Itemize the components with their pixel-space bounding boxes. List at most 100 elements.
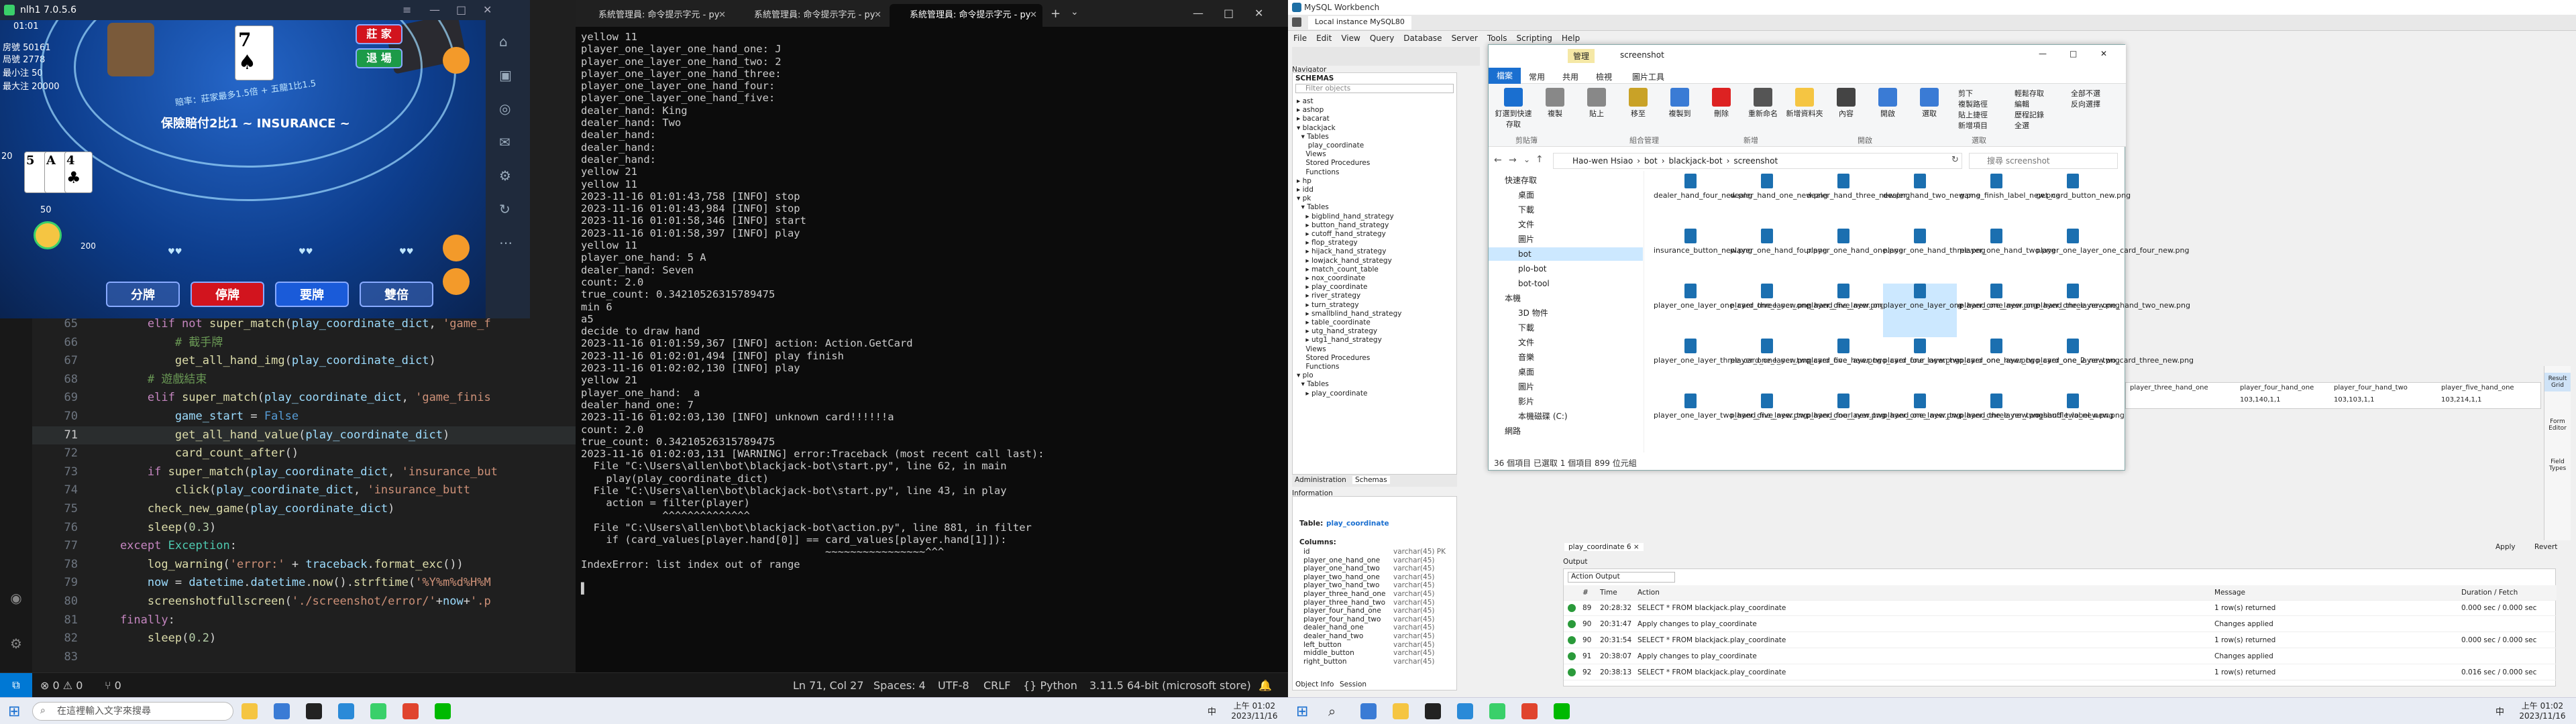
new-tab-icon[interactable]: +: [1051, 7, 1061, 21]
menu-file[interactable]: File: [1293, 34, 1307, 43]
schema-tree-item[interactable]: ▾ blackjack: [1297, 124, 1336, 133]
grid-cell-1[interactable]: 103,140,1,1: [2240, 396, 2280, 404]
menu-tools[interactable]: Tools: [1487, 34, 1507, 43]
code-line[interactable]: 75 check_new_game(play_coordinate_dict): [32, 500, 576, 519]
taskbar-search[interactable]: 在這裡輸入文字來搜尋: [32, 702, 233, 721]
schema-tree-item[interactable]: Stored Procedures: [1297, 159, 1370, 168]
code-line[interactable]: 77 except Exception:: [32, 537, 576, 556]
apply-button[interactable]: Apply: [2496, 543, 2516, 551]
settings-gear-icon[interactable]: ⚙: [8, 636, 24, 652]
ribbon-button[interactable]: 刪除: [1702, 88, 1741, 119]
indent-setting[interactable]: Spaces: 4: [873, 679, 926, 692]
file-item[interactable]: player_one_layer_two_hand_two_new.png: [1960, 394, 2114, 447]
file-item[interactable]: player_one_hand_four.png: [1730, 229, 1827, 282]
ribbon-small-button[interactable]: 歷程記錄: [2015, 109, 2044, 120]
file-item[interactable]: player_one_layer_two_hand_three_new.png: [1883, 394, 2043, 447]
code-line[interactable]: 79 now = datetime.datetime.now().strftim…: [32, 574, 576, 593]
input-language[interactable]: 中: [2496, 705, 2504, 717]
file-item[interactable]: player_one_layer_one_hand_two_new.png: [2036, 284, 2190, 337]
mic-icon[interactable]: [443, 235, 470, 261]
administration-tab[interactable]: Administration: [1295, 476, 1346, 484]
schema-tree-item[interactable]: ▸ cutoff_hand_strategy: [1297, 230, 1386, 239]
line-ending[interactable]: CRLF: [983, 679, 1010, 692]
explorer-maximize-icon[interactable]: □: [2070, 49, 2077, 58]
ribbon-small-button[interactable]: 編輯: [2015, 99, 2029, 109]
schema-tree-item[interactable]: Functions: [1297, 168, 1339, 177]
taskbar-nox-icon[interactable]: [1489, 703, 1505, 719]
nav-pane-item[interactable]: 下載: [1489, 321, 1534, 335]
ribbon-button[interactable]: 內容: [1827, 88, 1866, 119]
nav-pane-item[interactable]: 文件: [1489, 218, 1534, 231]
file-item[interactable]: player_one_layer_one_hand_four_new.png: [1807, 284, 1962, 337]
file-item[interactable]: player_one_hand_one.png: [1807, 229, 1903, 282]
taskbar-vscode-icon[interactable]: [338, 703, 354, 719]
schema-tree-item[interactable]: ▾ Tables: [1297, 203, 1329, 212]
code-line[interactable]: 81 finally:: [32, 611, 576, 630]
menu-help[interactable]: Help: [1562, 34, 1580, 43]
schema-tree-item[interactable]: ▸ smallblind_hand_strategy: [1297, 310, 1401, 318]
file-item[interactable]: player_one_layer_two_card_one_2_new.png: [1960, 339, 2120, 392]
file-list[interactable]: dealer_hand_four_new.png dealer_hand_one_…: [1647, 171, 2194, 452]
file-item[interactable]: dealer_hand_four_new.png: [1654, 174, 1752, 227]
code-line[interactable]: 80 screenshotfullscreen('./screenshot/er…: [32, 593, 576, 611]
manage-tool-tab[interactable]: 管理: [1568, 49, 1595, 63]
schemas-tab[interactable]: Schemas: [1352, 476, 1390, 484]
file-item[interactable]: dealer_hand_one_new.png: [1730, 174, 1828, 227]
file-item[interactable]: game_finish_label_new.png: [1960, 174, 2060, 227]
ribbon-button[interactable]: 開啟: [1868, 88, 1907, 119]
file-item[interactable]: player_one_layer_two_hand_one_new.png: [1807, 394, 1961, 447]
terminal-close-icon[interactable]: ✕: [1254, 7, 1263, 19]
python-interpreter[interactable]: 3.11.5 64-bit (microsoft store): [1089, 679, 1251, 692]
problems-count[interactable]: ⊗ 0 ⚠ 0: [40, 679, 83, 692]
start-windows-icon[interactable]: ⊞: [1296, 703, 1308, 720]
grid-cell-3[interactable]: 103,214,1,1: [2441, 396, 2481, 404]
ribbon-tab-file[interactable]: 檔案: [1489, 68, 1521, 84]
ribbon-tab-picture-tools[interactable]: 圖片工具: [1632, 71, 1664, 82]
code-line[interactable]: 71 get_all_hand_value(play_coordinate_di…: [32, 426, 576, 445]
terminal-tab-2[interactable]: 系統管理員: 命令提示字元 - py ✕: [734, 4, 887, 27]
schema-tree-item[interactable]: ▸ ashop: [1297, 106, 1324, 115]
schema-tree-item[interactable]: ▸ utg_hand_strategy: [1297, 327, 1377, 336]
nox-minimize-icon[interactable]: —: [429, 0, 440, 20]
file-item[interactable]: player_one_layer_one_hand_one_new.png: [1883, 284, 2037, 337]
code-line[interactable]: 69 elif super_match(play_coordinate_dict…: [32, 389, 576, 408]
schema-tree-item[interactable]: ▸ table_coordinate: [1297, 318, 1370, 327]
file-item[interactable]: player_one_hand_two.png: [1960, 229, 2056, 282]
nav-pane-item[interactable]: 圖片: [1489, 233, 1534, 246]
forward-icon[interactable]: →: [1509, 155, 1517, 166]
schema-tree-item[interactable]: play_coordinate: [1297, 141, 1364, 150]
account-icon[interactable]: ◉: [8, 590, 24, 606]
menu-view[interactable]: View: [1341, 34, 1360, 43]
nox-settings-icon[interactable]: ⚙: [499, 168, 511, 184]
menu-circle-icon[interactable]: [443, 47, 470, 74]
ribbon-small-button[interactable]: 複製路徑: [1958, 99, 1988, 109]
notification-bell-icon[interactable]: 🔔: [1258, 679, 1272, 692]
schema-tree-item[interactable]: ▾ plo: [1297, 371, 1313, 380]
recent-dropdown-icon[interactable]: ⌄: [1523, 155, 1530, 164]
nav-pane-item[interactable]: bot-tool: [1489, 277, 1550, 290]
ports-count[interactable]: ⑂ 0: [105, 679, 121, 692]
taskbar-chrome-icon[interactable]: [1521, 703, 1538, 719]
ribbon-small-button[interactable]: 新增項目: [1958, 120, 1988, 131]
output-row[interactable]: 90 20:31:54 SELECT * FROM blackjack.play_c…: [1564, 633, 2557, 648]
connection-tab[interactable]: Local instance MySQL80: [1308, 16, 1411, 29]
file-item[interactable]: player_one_layer_one_card_four_new.png: [2036, 229, 2189, 282]
schema-tree-item[interactable]: ▸ button_hand_strategy: [1297, 221, 1389, 230]
nav-pane-item[interactable]: 音樂: [1489, 351, 1534, 364]
back-icon[interactable]: ←: [1494, 155, 1502, 166]
nox-maximize-icon[interactable]: □: [456, 0, 466, 20]
result-tab[interactable]: play_coordinate 6 ×: [1564, 543, 1644, 551]
file-item[interactable]: dealer_hand_two_new.png: [1883, 174, 1980, 227]
schema-tree-item[interactable]: Functions: [1297, 363, 1339, 371]
nav-pane-item[interactable]: 圖片: [1489, 380, 1534, 394]
output-row[interactable]: 92 20:38:13 SELECT * FROM blackjack.play_c…: [1564, 665, 2557, 680]
file-item[interactable]: player_one_layer_three_card_one_new.png: [1654, 339, 1811, 392]
file-item[interactable]: player_one_layer_two_hand_five_new.png: [1654, 394, 1808, 447]
grid-cell-2[interactable]: 103,103,1,1: [2334, 396, 2374, 404]
schema-navigator[interactable]: SCHEMAS Filter objects ▸ ast ▸ ashop ▸ bac…: [1292, 72, 1457, 475]
split-button[interactable]: 分牌: [106, 282, 180, 307]
revert-button[interactable]: Revert: [2534, 543, 2557, 551]
code-line[interactable]: 83: [32, 648, 576, 667]
menu-database[interactable]: Database: [1403, 34, 1442, 43]
schema-tree-item[interactable]: Views: [1297, 150, 1326, 159]
